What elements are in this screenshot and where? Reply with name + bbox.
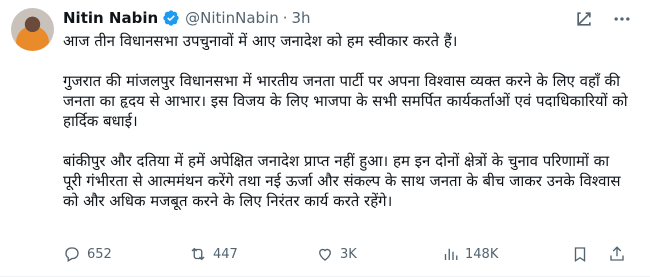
bookmark-icon (574, 247, 586, 263)
repost-count: 447 (213, 246, 238, 262)
author-handle[interactable]: @NitinNabin (185, 9, 279, 27)
tweet-paragraph: गुजरात की मांजलपुर विधानसभा में भारतीय ज… (63, 72, 628, 130)
top-actions (574, 9, 632, 29)
reply-button[interactable]: 652 (63, 245, 112, 263)
tweet-text: आज तीन विधानसभा उपचुनावों में आए जनादेश … (63, 31, 631, 211)
action-bar: 652 447 3K 148K (63, 244, 633, 264)
heart-icon (319, 248, 331, 261)
share-button[interactable] (608, 245, 632, 263)
post-time[interactable]: 3h (292, 9, 311, 27)
bookmark-button[interactable] (571, 245, 595, 263)
verified-badge-icon (162, 9, 180, 27)
reply-count: 652 (87, 246, 112, 262)
reply-icon (65, 247, 79, 262)
tweet-paragraph: आज तीन विधानसभा उपचुनावों में आए जनादेश … (63, 32, 458, 50)
grok-icon[interactable] (574, 9, 594, 29)
views-bar-chart-icon (444, 248, 458, 260)
more-options-icon[interactable] (612, 9, 632, 29)
author-name[interactable]: Nitin Nabin (63, 9, 158, 27)
tweet-paragraph: बांकीपुर और दतिया में हमें अपेक्षित जनाद… (63, 152, 621, 210)
repost-icon (191, 247, 205, 261)
avatar[interactable] (11, 8, 54, 51)
separator-dot: · (282, 9, 288, 27)
repost-button[interactable]: 447 (189, 245, 238, 263)
views-button[interactable]: 148K (441, 245, 498, 263)
views-count: 148K (465, 246, 499, 262)
tweet-header: Nitin Nabin @NitinNabin · 3h (63, 7, 311, 29)
tweet-card[interactable]: Nitin Nabin @NitinNabin · 3h आज तीन विधा… (0, 0, 650, 277)
like-count: 3K (340, 246, 357, 262)
share-icon (610, 246, 624, 261)
like-button[interactable]: 3K (316, 245, 357, 263)
